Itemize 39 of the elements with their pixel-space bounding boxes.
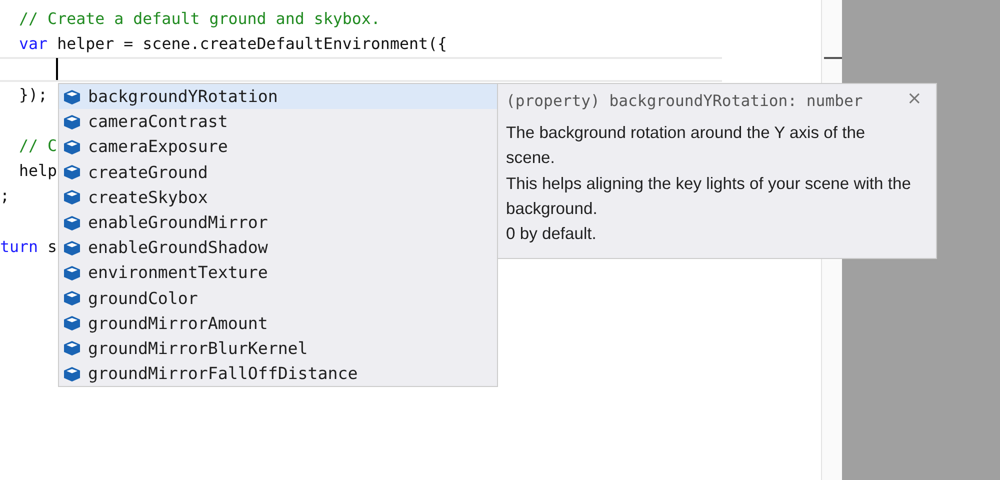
description-text: The background rotation around the Y axis of the scene. xyxy=(506,122,866,170)
cube-icon xyxy=(63,340,81,356)
suggestion-item[interactable]: groundMirrorBlurKernel xyxy=(59,336,497,362)
cube-icon xyxy=(63,240,81,256)
suggestion-item[interactable]: groundMirrorFallOffDistance xyxy=(59,361,497,386)
cube-icon xyxy=(63,264,81,281)
cube-icon xyxy=(63,88,81,105)
code-text: s xyxy=(46,236,58,256)
description-text: This helps aligning the key lights of your scene with the background. xyxy=(506,172,912,220)
description-text: 0 by default. xyxy=(506,223,598,246)
close-button[interactable]: × xyxy=(906,88,922,109)
suggestion-item[interactable]: createGround xyxy=(59,160,497,185)
code-comment: // Create a default ground and skybox. xyxy=(18,9,380,28)
cube-icon xyxy=(63,366,81,382)
code-text: ; xyxy=(0,186,10,206)
code-text: }); xyxy=(18,85,48,104)
cube-icon xyxy=(63,189,81,206)
cube-icon xyxy=(63,290,81,306)
suggestion-item[interactable]: createSkybox xyxy=(59,184,497,210)
property-signature: (property) backgroundYRotation: number xyxy=(506,92,864,110)
suggestion-item[interactable]: environmentTexture xyxy=(59,260,497,286)
code-text: helper = scene.createDefaultEnvironment({ xyxy=(56,34,448,54)
cube-icon xyxy=(63,138,81,155)
text-cursor xyxy=(56,58,58,80)
suggestion-item[interactable]: cameraContrast xyxy=(59,109,497,134)
suggestion-item[interactable]: enableGroundMirror xyxy=(59,210,497,236)
cube-icon xyxy=(63,114,81,130)
code-keyword: var xyxy=(18,34,48,54)
code-text: help xyxy=(18,160,58,180)
cube-icon xyxy=(63,214,81,231)
suggestion-item[interactable]: groundColor xyxy=(59,286,497,311)
code-keyword: turn xyxy=(0,236,38,256)
suggestion-item[interactable]: enableGroundShadow xyxy=(59,235,497,260)
cube-icon xyxy=(63,315,81,332)
cube-icon xyxy=(63,164,81,180)
suggestion-item[interactable]: cameraExposure xyxy=(59,134,497,160)
code-comment: // C xyxy=(18,136,58,155)
suggestion-item[interactable]: backgroundYRotation xyxy=(59,84,497,110)
suggestion-item[interactable]: groundMirrorAmount xyxy=(59,310,497,336)
